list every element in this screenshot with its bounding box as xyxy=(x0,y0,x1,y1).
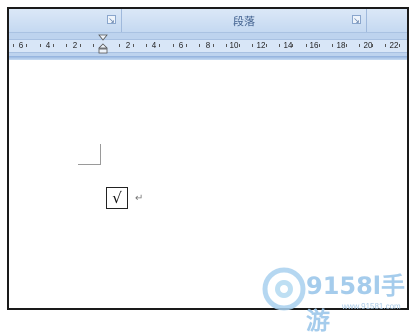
ruler-tick-mark xyxy=(372,44,373,47)
horizontal-ruler[interactable]: 6 4 2 2 4 6 8 10 12 14 16 18 20 22 xyxy=(9,33,407,56)
ruler-tick-mark xyxy=(239,44,240,47)
watermark-brand: 9158l手游 xyxy=(306,272,406,335)
ruler-tick-mark xyxy=(40,44,41,47)
ruler-tick-mark xyxy=(66,44,67,47)
checked-box-symbol[interactable]: √ xyxy=(106,187,128,209)
ruler-tick-mark xyxy=(319,44,320,47)
ruler-tick-mark xyxy=(359,44,360,47)
indent-marker-icon[interactable] xyxy=(98,33,108,56)
ruler-tick-mark xyxy=(133,44,134,47)
ruler-tick-mark xyxy=(26,44,27,47)
ruler-tick-mark xyxy=(399,44,400,47)
watermark-url: www.91581.com xyxy=(342,302,401,311)
ruler-tick-mark xyxy=(252,44,253,47)
ruler-tick-mark xyxy=(266,44,267,47)
ruler-tick-mark xyxy=(213,44,214,47)
ruler-tick-mark xyxy=(159,44,160,47)
ruler-tick-mark xyxy=(173,44,174,47)
ruler-tick-mark xyxy=(186,44,187,47)
font-dialog-launcher-icon[interactable]: ↘ xyxy=(107,15,116,25)
ribbon-group-paragraph: 段落 ↘ xyxy=(122,9,367,32)
ruler-tick-mark xyxy=(53,44,54,47)
ruler-scale: 6 4 2 2 4 6 8 10 12 14 16 18 20 22 xyxy=(9,39,407,53)
paragraph-dialog-launcher-icon[interactable]: ↘ xyxy=(352,15,361,25)
ruler-tick-mark xyxy=(346,44,347,47)
ruler-tick-mark xyxy=(146,44,147,47)
site-watermark: 9158l手游 www.91581.com xyxy=(262,262,414,335)
text-margin-corner xyxy=(78,144,101,165)
ruler-tick-mark xyxy=(226,44,227,47)
ruler-tick-mark xyxy=(119,44,120,47)
paragraph-group-label: 段落 xyxy=(233,15,255,28)
paragraph-mark: ↵ xyxy=(135,193,144,204)
ruler-tick-mark xyxy=(13,44,14,47)
ruler-tick-label: 14 xyxy=(283,41,293,50)
ribbon-group-bar: ↘ 段落 ↘ xyxy=(9,9,407,33)
gamepad-logo-icon xyxy=(262,267,306,311)
ruler-tick-mark xyxy=(199,44,200,47)
ruler-tick-mark xyxy=(93,44,94,47)
ruler-tick-mark xyxy=(80,44,81,47)
ruler-tick-mark xyxy=(279,44,280,47)
ruler-tick-mark xyxy=(306,44,307,47)
ruler-tick-mark xyxy=(332,44,333,47)
ruler-tick-label: 20 xyxy=(363,41,373,50)
ruler-tick-mark xyxy=(292,44,293,47)
ribbon-group-font: ↘ xyxy=(9,9,122,32)
ruler-tick-mark xyxy=(385,44,386,47)
